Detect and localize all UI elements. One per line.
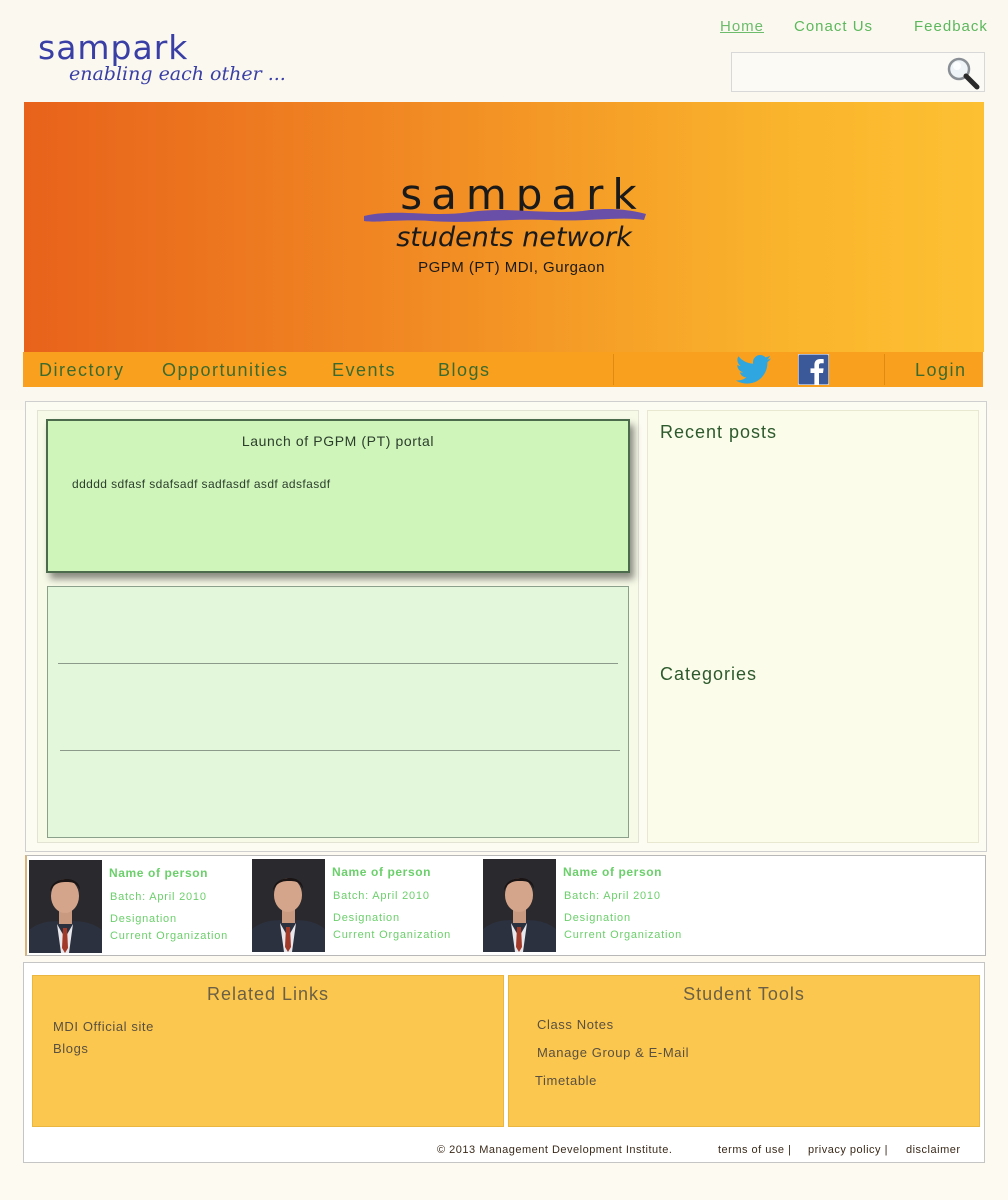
related-links-box: Related Links MDI Official site Blogs (32, 975, 504, 1127)
hero-banner: sampark students network PGPM (PT) MDI, … (24, 102, 984, 352)
link-class-notes[interactable]: Class Notes (537, 1017, 614, 1032)
banner-org: PGPM (PT) MDI, Gurgaon (418, 259, 605, 276)
link-blogs[interactable]: Blogs (53, 1041, 89, 1056)
link-manage-group[interactable]: Manage Group & E-Mail (537, 1045, 689, 1060)
search-box (731, 52, 985, 92)
person-organization: Current Organization (564, 929, 683, 941)
terms-link[interactable]: terms of use | (718, 1144, 791, 1156)
privacy-link[interactable]: privacy policy | (808, 1144, 888, 1156)
nav-home-link[interactable]: Home (720, 18, 764, 35)
person-name[interactable]: Name of person (332, 865, 431, 879)
disclaimer-link[interactable]: disclaimer (906, 1144, 961, 1156)
person-avatar[interactable] (483, 859, 556, 952)
nav-divider (884, 354, 885, 385)
nav-divider (613, 354, 614, 385)
news-card[interactable]: Launch of PGPM (PT) portal ddddd sdfasf … (46, 419, 630, 573)
person-avatar[interactable] (252, 859, 325, 952)
person-designation: Designation (110, 913, 177, 925)
person-batch: Batch: April 2010 (564, 890, 661, 902)
nav-events[interactable]: Events (332, 360, 396, 381)
nav-feedback-link[interactable]: Feedback (914, 18, 988, 35)
nav-opportunities[interactable]: Opportunities (162, 360, 289, 381)
feed-divider (58, 663, 618, 664)
twitter-icon[interactable] (736, 355, 772, 384)
person-batch: Batch: April 2010 (110, 891, 207, 903)
person-avatar[interactable] (29, 860, 102, 953)
person-name[interactable]: Name of person (109, 866, 208, 880)
banner-subtitle: students network (396, 222, 632, 253)
person-designation: Designation (564, 912, 631, 924)
categories-heading: Categories (660, 664, 758, 684)
nav-contact-link[interactable]: Conact Us (794, 18, 873, 35)
logo-tagline: enabling each other ... (69, 63, 286, 85)
link-mdi-official[interactable]: MDI Official site (53, 1019, 154, 1034)
recent-posts-heading: Recent posts (660, 422, 778, 442)
student-tools-heading: Student Tools (683, 984, 805, 1004)
site-logo[interactable]: sampark (38, 28, 188, 67)
person-name[interactable]: Name of person (563, 865, 662, 879)
feed-divider (60, 750, 620, 751)
login-link[interactable]: Login (915, 360, 967, 381)
copyright-text: © 2013 Management Development Institute. (437, 1144, 673, 1156)
feed-card (47, 586, 629, 838)
search-icon[interactable] (946, 56, 980, 90)
news-title[interactable]: Launch of PGPM (PT) portal (48, 433, 628, 449)
news-body: ddddd sdfasf sdafsadf sadfasdf asdf adsf… (72, 477, 331, 491)
facebook-icon[interactable] (798, 354, 829, 385)
nav-blogs[interactable]: Blogs (438, 360, 491, 381)
related-links-heading: Related Links (206, 984, 330, 1004)
search-input[interactable] (732, 53, 942, 91)
link-timetable[interactable]: Timetable (535, 1073, 597, 1088)
nav-directory[interactable]: Directory (39, 360, 125, 381)
main-navbar: Directory Opportunities Events Blogs Log… (23, 352, 983, 387)
person-organization: Current Organization (110, 930, 229, 942)
sidebar: Recent posts Categories (647, 410, 979, 843)
person-designation: Designation (333, 912, 400, 924)
person-organization: Current Organization (333, 929, 452, 941)
person-batch: Batch: April 2010 (333, 890, 430, 902)
student-tools-box: Student Tools Class Notes Manage Group &… (508, 975, 980, 1127)
